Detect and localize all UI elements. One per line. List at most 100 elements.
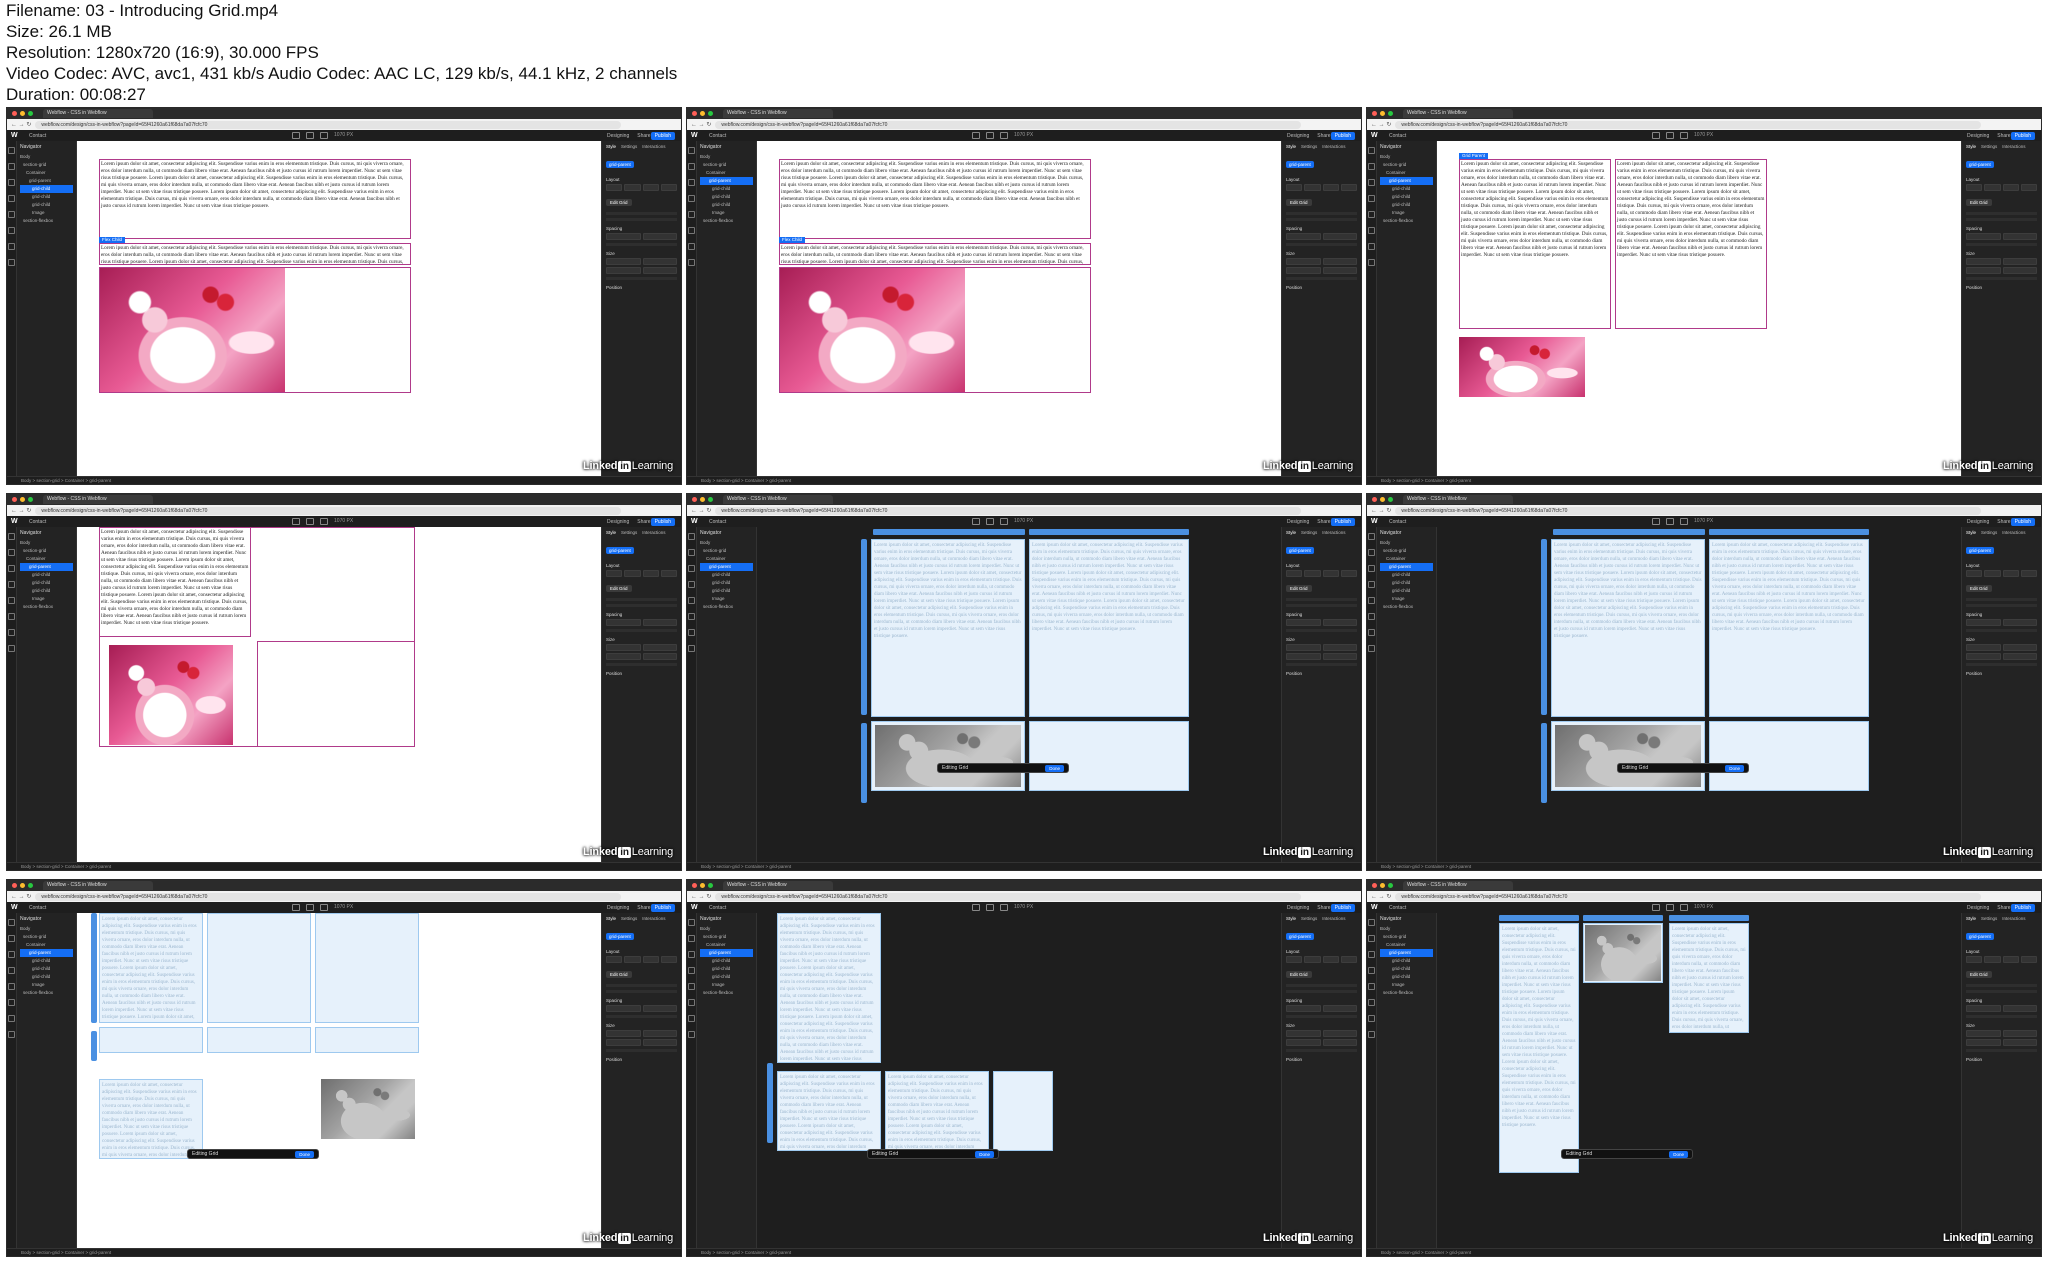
design-canvas[interactable]: Lorem ipsum dolor sit amet, consectetur …	[757, 141, 1281, 476]
share-button[interactable]: Share	[1997, 905, 2010, 911]
navigator-item[interactable]: grid-child	[1380, 193, 1433, 201]
mobile-breakpoint-icon[interactable]	[320, 518, 329, 525]
variables-icon[interactable]	[688, 211, 695, 218]
url-field[interactable]: webflow.com/design/css-in-webflow?pageId…	[715, 892, 1301, 901]
close-dot-icon[interactable]	[1372, 111, 1377, 116]
height-input[interactable]	[1322, 258, 1357, 265]
section-position[interactable]: Position	[1286, 671, 1357, 676]
pages-icon[interactable]	[688, 163, 695, 170]
navigator-item[interactable]: Container	[20, 555, 73, 563]
publish-button[interactable]: Publish	[1330, 517, 1355, 526]
display-block-option[interactable]	[1286, 956, 1303, 963]
mobile-breakpoint-icon[interactable]	[1680, 518, 1689, 525]
navigator-item[interactable]: Body	[20, 925, 73, 933]
padding-control[interactable]	[1322, 1005, 1357, 1012]
navigator-item[interactable]: Body	[1380, 153, 1433, 161]
webflow-logo[interactable]: W	[691, 132, 701, 139]
mode-dropdown[interactable]: Designing	[1967, 905, 1989, 911]
mode-dropdown[interactable]: Designing	[1967, 133, 1989, 139]
url-field[interactable]: webflow.com/design/css-in-webflow?pageId…	[35, 506, 621, 515]
tab-settings[interactable]: Settings	[1981, 916, 1997, 921]
navigator-item[interactable]: Image	[1380, 595, 1433, 603]
url-field[interactable]: webflow.com/design/css-in-webflow?pageId…	[715, 506, 1301, 515]
section-size[interactable]: Size	[1286, 637, 1357, 642]
navigator-item[interactable]: grid-parent	[700, 563, 753, 571]
class-selector[interactable]: grid-parent	[606, 547, 634, 554]
variables-icon[interactable]	[688, 597, 695, 604]
webflow-logo[interactable]: W	[11, 132, 21, 139]
tab-settings[interactable]: Settings	[1301, 144, 1317, 149]
pages-icon[interactable]	[8, 935, 15, 942]
class-selector[interactable]: grid-parent	[1966, 161, 1994, 168]
navigator-item[interactable]: grid-child	[700, 587, 753, 595]
display-block-option[interactable]	[606, 956, 623, 963]
section-spacing[interactable]: Spacing	[1286, 612, 1357, 617]
navigator-item[interactable]: grid-child	[1380, 965, 1433, 973]
breadcrumb-bar[interactable]: Body > section-grid > Container > grid-p…	[1367, 476, 2041, 484]
class-selector[interactable]: grid-parent	[1966, 933, 1994, 940]
publish-button[interactable]: Publish	[2010, 517, 2035, 526]
page-selector[interactable]: Contact	[29, 519, 46, 525]
webflow-logo[interactable]: W	[691, 518, 701, 525]
minimize-dot-icon[interactable]	[1380, 111, 1385, 116]
maximize-dot-icon[interactable]	[708, 883, 713, 888]
tablet-breakpoint-icon[interactable]	[306, 518, 315, 525]
tablet-breakpoint-icon[interactable]	[1666, 132, 1675, 139]
section-layout[interactable]: Layout	[1286, 563, 1357, 568]
display-block-option[interactable]	[1286, 570, 1303, 577]
cake-image[interactable]	[1555, 725, 1701, 787]
maximize-dot-icon[interactable]	[1388, 497, 1393, 502]
navigator-item[interactable]: section-grid	[1380, 547, 1433, 555]
tab-settings[interactable]: Settings	[1981, 530, 1997, 535]
padding-control[interactable]	[642, 619, 677, 626]
navigator-item[interactable]: Body	[700, 925, 753, 933]
breadcrumb-bar[interactable]: Body > section-grid > Container > grid-p…	[1367, 862, 2041, 870]
pages-icon[interactable]	[8, 163, 15, 170]
tab-style[interactable]: Style	[606, 530, 616, 535]
section-spacing[interactable]: Spacing	[606, 226, 677, 231]
display-flex-option[interactable]	[624, 956, 641, 963]
mobile-breakpoint-icon[interactable]	[1680, 132, 1689, 139]
back-forward-icon[interactable]: ← → ↻	[1371, 507, 1391, 514]
tab-style[interactable]: Style	[1966, 916, 1976, 921]
close-dot-icon[interactable]	[1372, 497, 1377, 502]
navigator-item[interactable]: Body	[20, 539, 73, 547]
cms-icon[interactable]	[688, 1015, 695, 1022]
section-size[interactable]: Size	[606, 251, 677, 256]
back-forward-icon[interactable]: ← → ↻	[691, 893, 711, 900]
section-position[interactable]: Position	[606, 671, 677, 676]
grid-cell[interactable]: Lorem ipsum dolor sit amet, consectetur …	[871, 539, 1025, 717]
variables-icon[interactable]	[1368, 211, 1375, 218]
class-selector[interactable]: grid-parent	[1286, 547, 1314, 554]
design-canvas[interactable]: Lorem ipsum dolor sit amet, consectetur …	[77, 141, 601, 476]
desktop-breakpoint-icon[interactable]	[1652, 904, 1661, 911]
min-height-input[interactable]	[2002, 1039, 2037, 1046]
close-dot-icon[interactable]	[1372, 883, 1377, 888]
tab-settings[interactable]: Settings	[621, 144, 637, 149]
navigator-icon[interactable]	[8, 179, 15, 186]
mode-dropdown[interactable]: Designing	[1287, 519, 1309, 525]
grid-row-handle[interactable]	[91, 913, 97, 1023]
grid-cell[interactable]: Lorem ipsum dolor sit amet, consectetur …	[1029, 539, 1189, 717]
mobile-breakpoint-icon[interactable]	[1680, 904, 1689, 911]
section-size[interactable]: Size	[1286, 1023, 1357, 1028]
edit-grid-button[interactable]: Edit Grid	[1286, 199, 1312, 206]
text-block[interactable]: Lorem ipsum dolor sit amet, consectetur …	[99, 243, 411, 265]
add-panel-icon[interactable]	[688, 919, 695, 926]
add-panel-icon[interactable]	[1368, 919, 1375, 926]
height-input[interactable]	[1322, 1030, 1357, 1037]
navigator-item[interactable]: section-grid	[700, 933, 753, 941]
navigator-item[interactable]: section-flexbox	[20, 989, 73, 997]
breadcrumb-bar[interactable]: Body > section-grid > Container > grid-p…	[7, 1248, 681, 1256]
tab-interactions[interactable]: Interactions	[2002, 916, 2025, 921]
minimize-dot-icon[interactable]	[700, 883, 705, 888]
url-field[interactable]: webflow.com/design/css-in-webflow?pageId…	[1395, 120, 1981, 129]
done-button[interactable]: Done	[1725, 764, 1744, 772]
section-spacing[interactable]: Spacing	[606, 612, 677, 617]
width-input[interactable]	[606, 644, 641, 651]
navigator-item[interactable]: grid-parent	[1380, 177, 1433, 185]
page-selector[interactable]: Contact	[1389, 519, 1406, 525]
tab-interactions[interactable]: Interactions	[1322, 530, 1345, 535]
webflow-logo[interactable]: W	[11, 518, 21, 525]
breadcrumb-bar[interactable]: Body > section-grid > Container > grid-p…	[7, 476, 681, 484]
